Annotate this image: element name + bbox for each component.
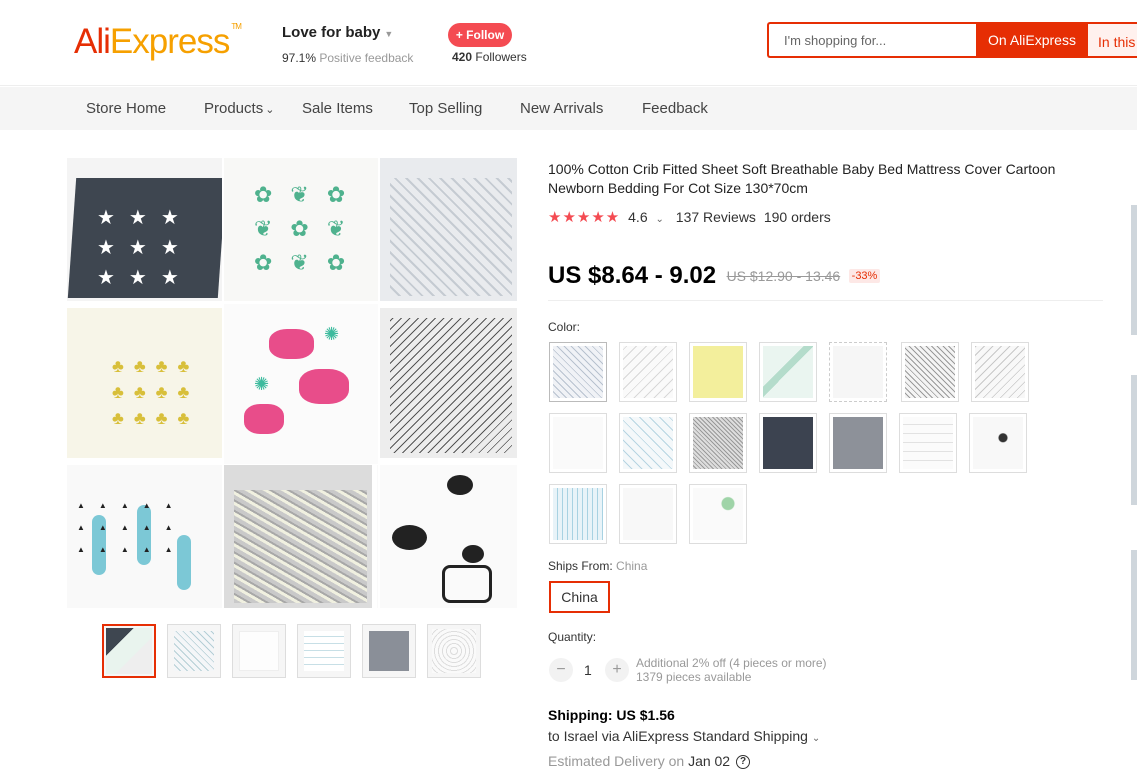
nav-top-selling[interactable]: Top Selling [409,100,482,117]
side-panel-image [1131,550,1137,680]
color-swatch-11[interactable] [759,413,817,473]
reviews-link[interactable]: 137 Reviews [676,209,756,225]
color-swatch-5[interactable] [829,342,887,402]
color-swatch-17[interactable] [689,484,747,544]
price-row: US $8.64 - 9.02 US $12.90 - 13.46 -33% [548,262,881,290]
chevron-down-icon[interactable]: ⌄ [656,214,664,225]
gallery-tile-pineapples: ♣♣♣♣ ♣♣♣♣ ♣♣♣♣ [67,308,222,458]
divider [548,300,1103,301]
search-input[interactable]: I'm shopping for... [767,22,976,58]
thumbnail-3[interactable] [232,624,286,678]
search-aliexpress-button[interactable]: On AliExpress [976,22,1088,58]
thumbnail-6[interactable] [427,624,481,678]
color-swatch-1[interactable] [549,342,607,402]
chevron-down-icon: ⌄ [265,104,275,116]
thumbnail-5[interactable] [362,624,416,678]
store-feedback: 97.1% Positive feedback [282,51,414,65]
shipping-method[interactable]: to Israel via AliExpress Standard Shippi… [548,728,820,744]
quantity-input[interactable]: 1 [584,662,592,678]
nav-store-home[interactable]: Store Home [86,100,166,117]
color-swatch-2[interactable] [619,342,677,402]
color-swatch-14[interactable] [969,413,1027,473]
quantity-info: Additional 2% off (4 pieces or more) 137… [636,656,827,684]
quantity-decrease-button[interactable]: − [549,658,573,682]
ships-from-china-option[interactable]: China [549,581,610,613]
color-swatch-7[interactable] [971,342,1029,402]
rating-summary: ★★★★★ 4.6 ⌄ 137 Reviews 190 orders [548,208,835,226]
nav-new-arrivals[interactable]: New Arrivals [520,100,603,117]
color-swatch-10[interactable] [689,413,747,473]
original-price: US $12.90 - 13.46 [726,268,841,284]
chevron-down-icon[interactable]: ⌄ [812,733,820,744]
ships-from-label: Ships From: China [548,559,648,573]
current-price: US $8.64 - 9.02 [548,262,717,289]
help-icon[interactable]: ? [736,755,751,770]
followers-count: 420 Followers [452,50,527,64]
color-swatch-3[interactable] [689,342,747,402]
side-panel-image [1131,375,1137,505]
product-main-image[interactable]: ★★★ ★★★ ★★★ ✿❦✿ ❦✿❦ ✿❦✿ ♣♣♣♣ ♣♣♣♣ ♣♣♣♣ ✺ ✺ ▲▲▲… [67,158,517,608]
shipping-cost: Shipping: US $1.56 [548,707,675,723]
store-name[interactable]: Love for baby ▼ [282,24,393,41]
color-swatch-12[interactable] [829,413,887,473]
color-swatch-16[interactable] [619,484,677,544]
product-title: 100% Cotton Crib Fitted Sheet Soft Breat… [548,161,1056,196]
thumbnail-4[interactable] [297,624,351,678]
nav-products[interactable]: Products ⌄ [204,100,274,117]
store-nav: Store Home Products ⌄ Sale Items Top Sell… [0,87,1137,130]
thumbnail-2[interactable] [167,624,221,678]
gallery-tile-pattern [380,158,517,301]
nav-sale-items[interactable]: Sale Items [302,100,373,117]
gallery-tile-stars: ★★★ ★★★ ★★★ [67,158,222,301]
rating-value[interactable]: 4.6 ⌄ [628,209,668,225]
gallery-tile-cactus: ▲▲▲▲▲ ▲▲▲▲▲ ▲▲▲▲▲ [67,465,222,608]
color-swatch-9[interactable] [619,413,677,473]
star-rating-icon: ★★★★★ [548,209,621,226]
site-header: AliExpress TM Love for baby ▼ 97.1% Positi… [0,0,1137,86]
color-swatch-6[interactable] [901,342,959,402]
nav-feedback[interactable]: Feedback [642,100,708,117]
color-swatch-4[interactable] [759,342,817,402]
gallery-tile-leaves: ✿❦✿ ❦✿❦ ✿❦✿ [224,158,378,301]
quantity-label: Quantity: [548,630,597,644]
discount-badge: -33% [848,269,881,283]
gallery-tile-grey-pattern [224,465,372,608]
estimated-delivery: Estimated Delivery on Jan 02? [548,753,751,770]
color-swatch-15[interactable] [549,484,607,544]
chevron-down-icon[interactable]: ▼ [384,29,393,39]
aliexpress-logo[interactable]: AliExpress TM [74,22,242,62]
search-store-button[interactable]: In this [1088,22,1137,58]
follow-button[interactable]: + Follow [448,23,512,47]
color-swatch-13[interactable] [899,413,957,473]
thumbnail-1[interactable] [102,624,156,678]
side-panel-image [1131,205,1137,335]
color-label: Color: [548,320,581,334]
color-swatch-8[interactable] [549,413,607,473]
gallery-tile-elephants: ✺ ✺ [224,304,378,464]
gallery-tile-milk [377,465,517,608]
quantity-increase-button[interactable]: + [605,658,629,682]
gallery-tile-mini-pattern [380,308,517,458]
orders-count: 190 orders [763,209,831,225]
